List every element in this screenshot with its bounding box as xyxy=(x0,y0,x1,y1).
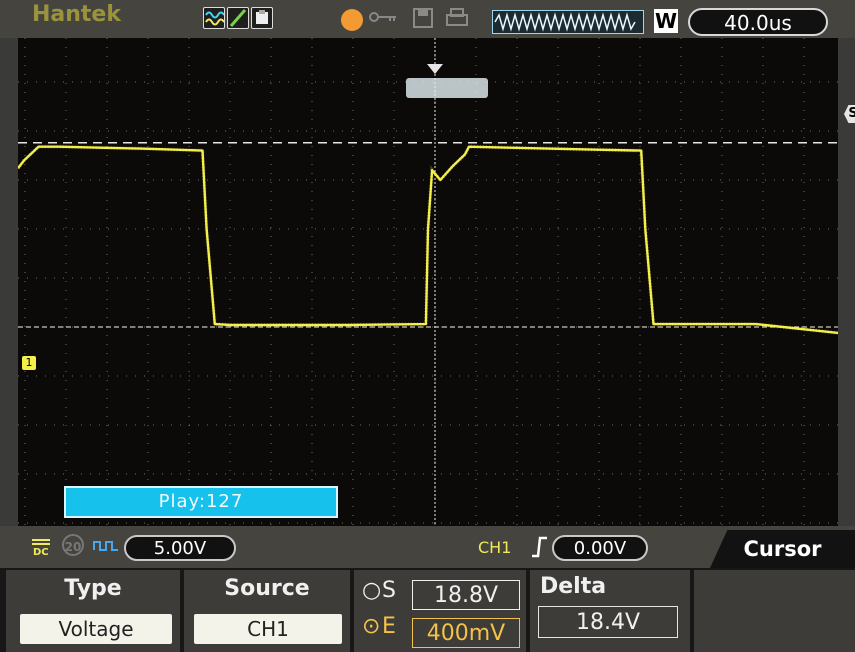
s-radio-icon: ○ xyxy=(362,578,382,603)
key-icon xyxy=(368,7,396,27)
softkey-delta[interactable]: Delta 18.4V xyxy=(530,570,690,652)
source-title: Source xyxy=(224,576,310,601)
softkey-empty[interactable] xyxy=(694,570,855,652)
rising-edge-icon xyxy=(530,536,548,563)
ch1-volts-div[interactable]: 5.00V xyxy=(124,535,236,561)
type-title: Type xyxy=(64,576,122,601)
softkey-cursor-positions[interactable]: ○ S 18.8V ⊙ E 400mV xyxy=(354,570,526,652)
trigger-status-icon xyxy=(341,9,363,31)
softkey-menu: Type Voltage Source CH1 ○ S 18.8V ⊙ E 40… xyxy=(0,568,855,652)
trigger-position-tag xyxy=(406,78,488,98)
memory-window-indicator xyxy=(492,10,644,34)
invert-wave-icon xyxy=(92,536,120,560)
trigger-level[interactable]: 0.00V xyxy=(552,535,648,561)
cursor-line-icon[interactable] xyxy=(227,7,249,29)
softkey-type[interactable]: Type Voltage xyxy=(6,570,180,652)
waveform-icon[interactable] xyxy=(203,7,225,29)
menu-title-cursor: Cursor xyxy=(710,530,855,568)
play-indicator: Play:127 xyxy=(64,486,338,518)
delta-title: Delta xyxy=(540,574,607,599)
bandwidth-limit-icon: 20 xyxy=(62,534,84,556)
e-value: 400mV xyxy=(412,618,520,648)
ch1-trace-noise xyxy=(18,144,838,335)
trigger-position-arrow xyxy=(427,64,443,74)
svg-text:DC: DC xyxy=(33,547,49,556)
top-status-bar: Hantek W 40.0us xyxy=(0,0,855,38)
source-value: CH1 xyxy=(194,614,342,644)
window-badge: W xyxy=(654,9,678,33)
cursor-s-marker[interactable]: S xyxy=(844,105,855,123)
s-value: 18.8V xyxy=(412,580,520,610)
ch1-ground-marker[interactable]: 1 xyxy=(22,356,36,370)
print-icon[interactable] xyxy=(251,7,273,29)
delta-value: 18.4V xyxy=(538,606,678,638)
trigger-source-label: CH1 xyxy=(478,538,512,557)
channel-status-bar: DC 20 5.00V CH1 0.00V Cursor xyxy=(0,526,855,568)
waveform-display: 1 S Play:127 xyxy=(18,38,855,526)
softkey-source[interactable]: Source CH1 xyxy=(184,570,350,652)
dc-coupling-icon: DC xyxy=(30,536,52,560)
brand-logo: Hantek xyxy=(32,2,121,27)
timebase-readout[interactable]: 40.0us xyxy=(688,8,828,36)
printer-icon[interactable] xyxy=(444,7,468,27)
e-label: E xyxy=(382,614,396,639)
type-value: Voltage xyxy=(20,614,172,644)
s-label: S xyxy=(382,578,396,603)
e-radio-icon: ⊙ xyxy=(362,614,381,639)
save-icon[interactable] xyxy=(412,7,433,28)
scope-grid xyxy=(18,38,838,526)
